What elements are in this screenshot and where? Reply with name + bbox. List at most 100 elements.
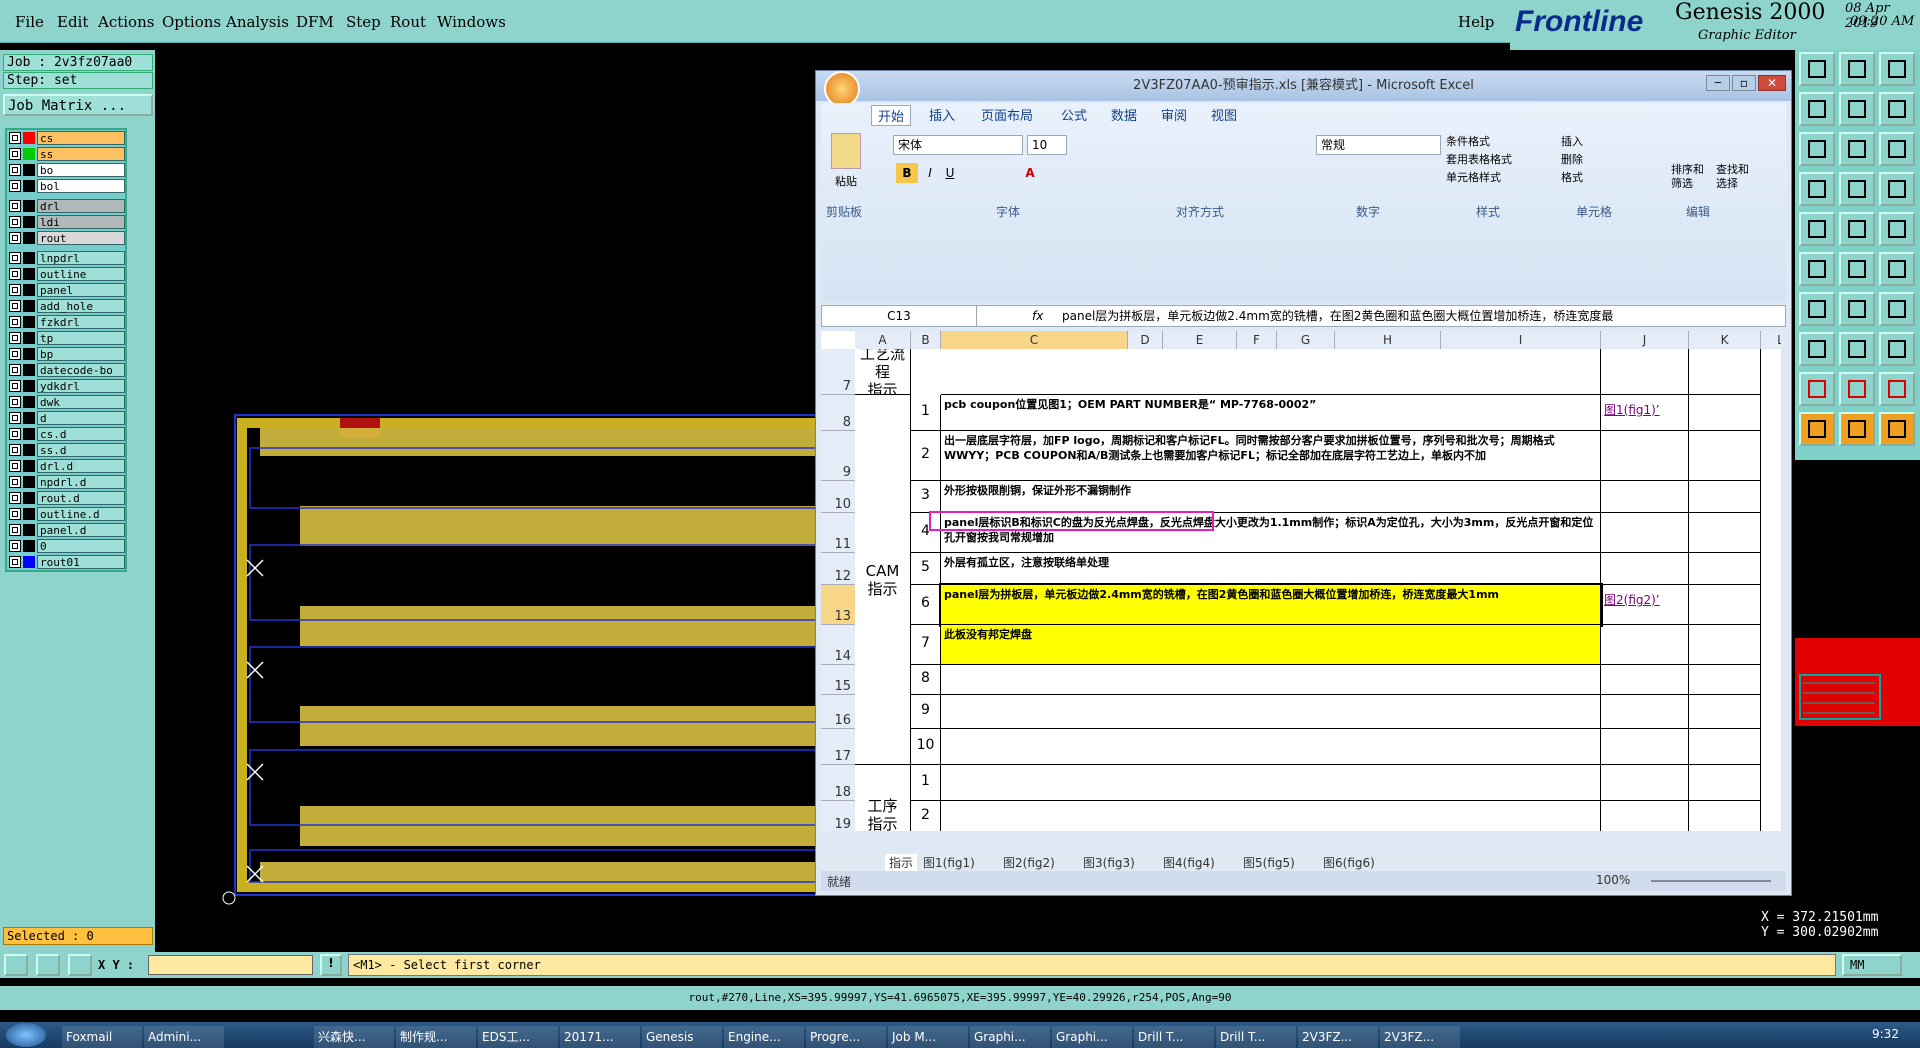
tab-formulas[interactable]: 公式 bbox=[1061, 105, 1087, 124]
layer-row[interactable]: bp bbox=[7, 346, 125, 362]
layer-row[interactable]: ss.d bbox=[7, 442, 125, 458]
item-number-cell[interactable]: 2 bbox=[911, 801, 941, 831]
item-number-cell[interactable]: 2 bbox=[911, 431, 941, 481]
taskbar-item[interactable]: Engine... bbox=[724, 1026, 804, 1048]
line-icon[interactable] bbox=[1799, 292, 1835, 326]
empty-cell[interactable] bbox=[1689, 729, 1761, 765]
empty-cell[interactable] bbox=[1689, 695, 1761, 729]
row-header[interactable]: 15 bbox=[821, 665, 855, 695]
layer-row[interactable]: lnpdrl bbox=[7, 250, 125, 266]
empty-cell[interactable] bbox=[1689, 585, 1761, 625]
empty-cell[interactable] bbox=[1689, 801, 1761, 831]
xy-input[interactable] bbox=[148, 955, 313, 975]
excel-window[interactable]: 2V3FZ07AA0-预审指示.xls [兼容模式] - Microsoft E… bbox=[815, 70, 1792, 896]
snap-icon[interactable] bbox=[1839, 332, 1875, 366]
layer-checkbox[interactable] bbox=[9, 412, 21, 424]
layer-checkbox[interactable] bbox=[9, 180, 21, 192]
menu-actions[interactable]: Actions bbox=[98, 13, 154, 31]
route-icon[interactable] bbox=[1839, 92, 1875, 126]
layer-name[interactable]: dwk bbox=[37, 395, 125, 409]
layer-name[interactable]: outline.d bbox=[37, 507, 125, 521]
row-header[interactable]: 10 bbox=[821, 481, 855, 513]
tab-page-layout[interactable]: 页面布局 bbox=[981, 105, 1033, 124]
zoom-in-icon[interactable] bbox=[1799, 92, 1835, 126]
save-icon[interactable] bbox=[1839, 52, 1875, 86]
layer-checkbox[interactable] bbox=[9, 508, 21, 520]
figure-link-cell[interactable] bbox=[1601, 765, 1689, 801]
menu-options[interactable]: Options bbox=[162, 13, 221, 31]
figure-link-cell[interactable] bbox=[1601, 513, 1689, 553]
layer-row[interactable]: rout.d bbox=[7, 490, 125, 506]
layer-checkbox[interactable] bbox=[9, 332, 21, 344]
layer-row[interactable]: d bbox=[7, 410, 125, 426]
column-header[interactable]: L bbox=[1761, 331, 1781, 349]
arrow-move-icon[interactable] bbox=[1839, 412, 1875, 446]
row-header[interactable]: 16 bbox=[821, 695, 855, 729]
layer-checkbox[interactable] bbox=[9, 232, 21, 244]
fit-icon[interactable] bbox=[1799, 132, 1835, 166]
close-icon[interactable]: ✕ bbox=[1758, 75, 1786, 91]
column-header[interactable]: D bbox=[1128, 331, 1163, 349]
layer-name[interactable]: datecode-bo bbox=[37, 363, 125, 377]
format-cells-button[interactable]: 格式 bbox=[1561, 169, 1583, 185]
taskbar-item[interactable] bbox=[226, 1026, 246, 1048]
layer-name[interactable]: add_hole bbox=[37, 299, 125, 313]
layer-row[interactable]: ss bbox=[7, 146, 125, 162]
sheet-tab[interactable]: 图5(fig5) bbox=[1239, 854, 1299, 871]
column-header[interactable]: F bbox=[1237, 331, 1277, 349]
layer-name[interactable]: cs bbox=[37, 131, 125, 145]
step-icon[interactable] bbox=[1839, 172, 1875, 206]
menu-dfm[interactable]: DFM bbox=[296, 13, 334, 31]
close-step-icon[interactable] bbox=[1799, 52, 1835, 86]
start-button-icon[interactable] bbox=[6, 1023, 46, 1047]
empty-cell[interactable] bbox=[1689, 431, 1761, 481]
layer-checkbox[interactable] bbox=[9, 132, 21, 144]
column-header[interactable]: B bbox=[911, 331, 941, 349]
empty-cell[interactable] bbox=[1689, 625, 1761, 665]
mirror-icon[interactable] bbox=[1879, 252, 1915, 286]
empty-cell[interactable] bbox=[1689, 349, 1761, 395]
rout-edit-icon[interactable] bbox=[1839, 372, 1875, 406]
figure-link-cell[interactable]: 图1(fig1)’ bbox=[1601, 395, 1689, 431]
column-header[interactable]: H bbox=[1335, 331, 1441, 349]
layer-checkbox[interactable] bbox=[9, 348, 21, 360]
layer-name[interactable]: panel.d bbox=[37, 523, 125, 537]
empty-cell[interactable] bbox=[1689, 481, 1761, 513]
layer-name[interactable]: tp bbox=[37, 331, 125, 345]
arrow-select-icon[interactable] bbox=[1799, 412, 1835, 446]
layer-checkbox[interactable] bbox=[9, 268, 21, 280]
row-header[interactable]: 8 bbox=[821, 395, 855, 431]
instruction-cell[interactable] bbox=[941, 349, 1601, 395]
layer-name[interactable]: lnpdrl bbox=[37, 251, 125, 265]
minus-icon[interactable] bbox=[1799, 332, 1835, 366]
layer-row[interactable]: drl.d bbox=[7, 458, 125, 474]
figure-link-cell[interactable] bbox=[1601, 801, 1689, 831]
layer-row[interactable]: outline.d bbox=[7, 506, 125, 522]
figure-link-cell[interactable] bbox=[1601, 553, 1689, 585]
taskbar-item[interactable]: Drill T... bbox=[1134, 1026, 1214, 1048]
row-header[interactable]: 11 bbox=[821, 513, 855, 553]
tab-data[interactable]: 数据 bbox=[1111, 105, 1137, 124]
instruction-cell[interactable] bbox=[941, 801, 1601, 831]
instruction-cell[interactable] bbox=[941, 765, 1601, 801]
layer-checkbox[interactable] bbox=[9, 460, 21, 472]
menu-step[interactable]: Step bbox=[346, 13, 381, 31]
tab-view[interactable]: 视图 bbox=[1211, 105, 1237, 124]
layer-checkbox[interactable] bbox=[9, 556, 21, 568]
menu-analysis[interactable]: Analysis bbox=[226, 13, 289, 31]
row-header[interactable]: 14 bbox=[821, 625, 855, 665]
row-header[interactable]: 7 bbox=[821, 349, 855, 395]
layer-row[interactable]: cs.d bbox=[7, 426, 125, 442]
menu-edit[interactable]: Edit bbox=[57, 13, 88, 31]
sheet-tab[interactable]: 指示 bbox=[885, 854, 918, 871]
row-header[interactable]: 12 bbox=[821, 553, 855, 585]
layer-name[interactable]: 0 bbox=[37, 539, 125, 553]
layer-checkbox[interactable] bbox=[9, 200, 21, 212]
layer-row[interactable]: ldi bbox=[7, 214, 125, 230]
layer-name[interactable]: ss bbox=[37, 147, 125, 161]
tab-insert[interactable]: 插入 bbox=[929, 105, 955, 124]
sheet-tab[interactable]: 图3(fig3) bbox=[1079, 854, 1139, 871]
arrow-scale-icon[interactable] bbox=[1879, 412, 1915, 446]
layer-row[interactable]: 0 bbox=[7, 538, 125, 554]
connect-icon[interactable] bbox=[1839, 252, 1875, 286]
